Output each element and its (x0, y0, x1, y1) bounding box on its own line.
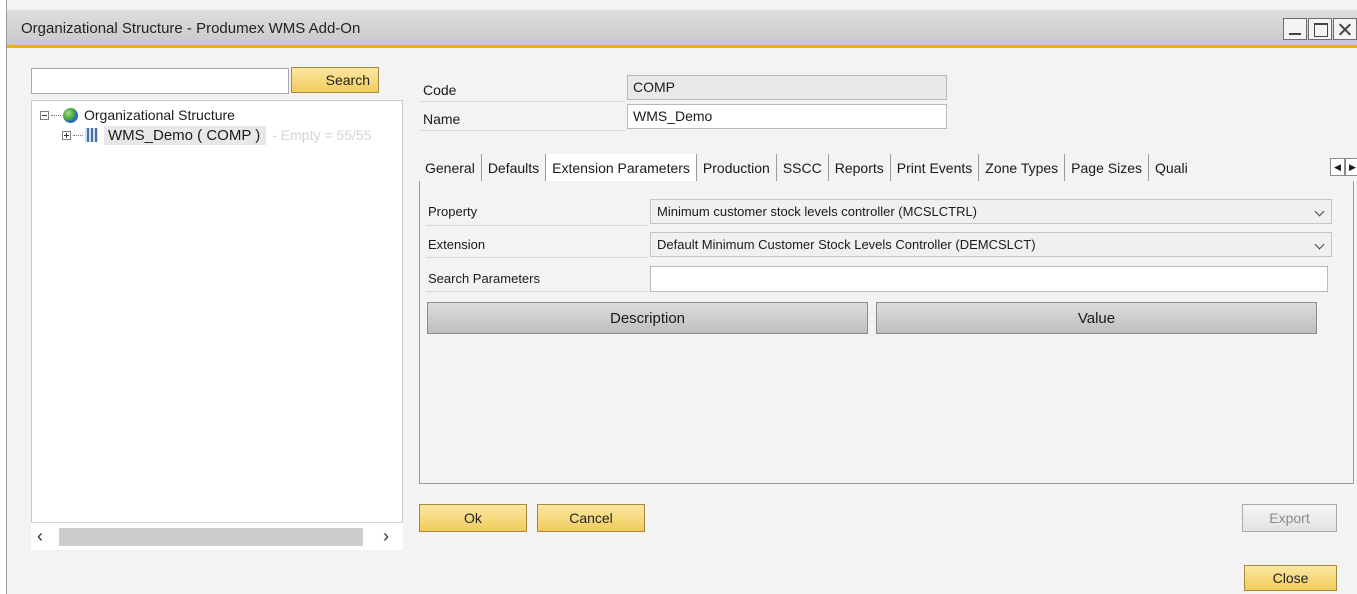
tree-node-company-label[interactable]: WMS_Demo ( COMP ) (104, 125, 267, 145)
tab-general[interactable]: General (419, 154, 482, 181)
chevron-down-icon (1314, 206, 1325, 217)
property-label: Property (428, 204, 478, 219)
ok-button[interactable]: Ok (419, 504, 527, 532)
org-structure-tree[interactable]: Organizational Structure WMS_Demo ( COMP… (31, 100, 403, 550)
building-icon (85, 128, 98, 142)
expand-icon[interactable] (62, 130, 71, 140)
tab-reports[interactable]: Reports (829, 154, 891, 181)
maximize-icon[interactable] (1308, 18, 1332, 40)
tab-strip: General Defaults Extension Parameters Pr… (419, 154, 1213, 181)
minimize-icon[interactable] (1283, 18, 1307, 40)
tab-scroll-right-icon[interactable]: ▶ (1345, 158, 1357, 176)
column-header-value[interactable]: Value (876, 302, 1317, 334)
tab-production[interactable]: Production (697, 154, 777, 181)
window: Organizational Structure - Produmex WMS … (6, 0, 1357, 594)
tab-page-sizes[interactable]: Page Sizes (1065, 154, 1149, 181)
close-window-icon[interactable] (1333, 18, 1357, 40)
tree-node-root[interactable]: Organizational Structure (40, 105, 235, 125)
window-title: Organizational Structure - Produmex WMS … (21, 20, 361, 37)
search-parameters-input[interactable] (650, 266, 1328, 292)
close-button[interactable]: Close (1244, 565, 1337, 591)
column-header-description[interactable]: Description (427, 302, 868, 334)
chevron-down-icon (1314, 239, 1325, 250)
name-label: Name (423, 111, 461, 127)
tab-scroll-left-icon[interactable]: ◀ (1330, 158, 1345, 176)
tree-connector (73, 134, 83, 136)
tree-node-company-suffix: - Empty = 55/55 (272, 127, 372, 143)
code-label: Code (423, 82, 457, 98)
tab-extension-parameters[interactable]: Extension Parameters (546, 154, 697, 181)
search-parameters-label: Search Parameters (428, 271, 540, 286)
collapse-icon[interactable] (40, 110, 49, 120)
divider (426, 291, 648, 292)
divider (419, 101, 625, 102)
name-field[interactable]: WMS_Demo (627, 104, 947, 129)
divider (426, 225, 648, 226)
tree-horizontal-scrollbar[interactable]: ‹ › (31, 522, 403, 550)
property-select[interactable]: Minimum customer stock levels controller… (650, 199, 1332, 224)
tab-print-events[interactable]: Print Events (891, 154, 980, 181)
tree-search-input[interactable] (31, 68, 289, 94)
tree-node-root-label: Organizational Structure (84, 107, 235, 123)
tab-quality[interactable]: Quali (1149, 154, 1213, 181)
tab-defaults[interactable]: Defaults (482, 154, 547, 181)
scrollbar-thumb[interactable] (59, 528, 363, 546)
scroll-left-icon[interactable]: ‹ (37, 526, 43, 547)
globe-icon (63, 107, 78, 123)
divider (426, 257, 648, 258)
extension-select-value: Default Minimum Customer Stock Levels Co… (657, 237, 1036, 252)
extension-label: Extension (428, 237, 486, 252)
extension-select[interactable]: Default Minimum Customer Stock Levels Co… (650, 232, 1332, 257)
title-bar[interactable]: Organizational Structure - Produmex WMS … (7, 10, 1357, 48)
tab-scroll-arrows: ◀ ▶ (1330, 158, 1357, 176)
property-select-value: Minimum customer stock levels controller… (657, 204, 978, 219)
tab-zone-types[interactable]: Zone Types (979, 154, 1066, 181)
cancel-button[interactable]: Cancel (537, 504, 645, 532)
search-button[interactable]: Search (291, 67, 379, 93)
scroll-right-icon[interactable]: › (383, 526, 389, 547)
divider (419, 130, 625, 131)
tab-sscc[interactable]: SSCC (777, 154, 829, 181)
export-button[interactable]: Export (1242, 504, 1337, 532)
tree-connector (51, 114, 61, 116)
code-field: COMP (627, 75, 947, 100)
tree-node-company[interactable]: WMS_Demo ( COMP ) - Empty = 55/55 (62, 125, 371, 145)
